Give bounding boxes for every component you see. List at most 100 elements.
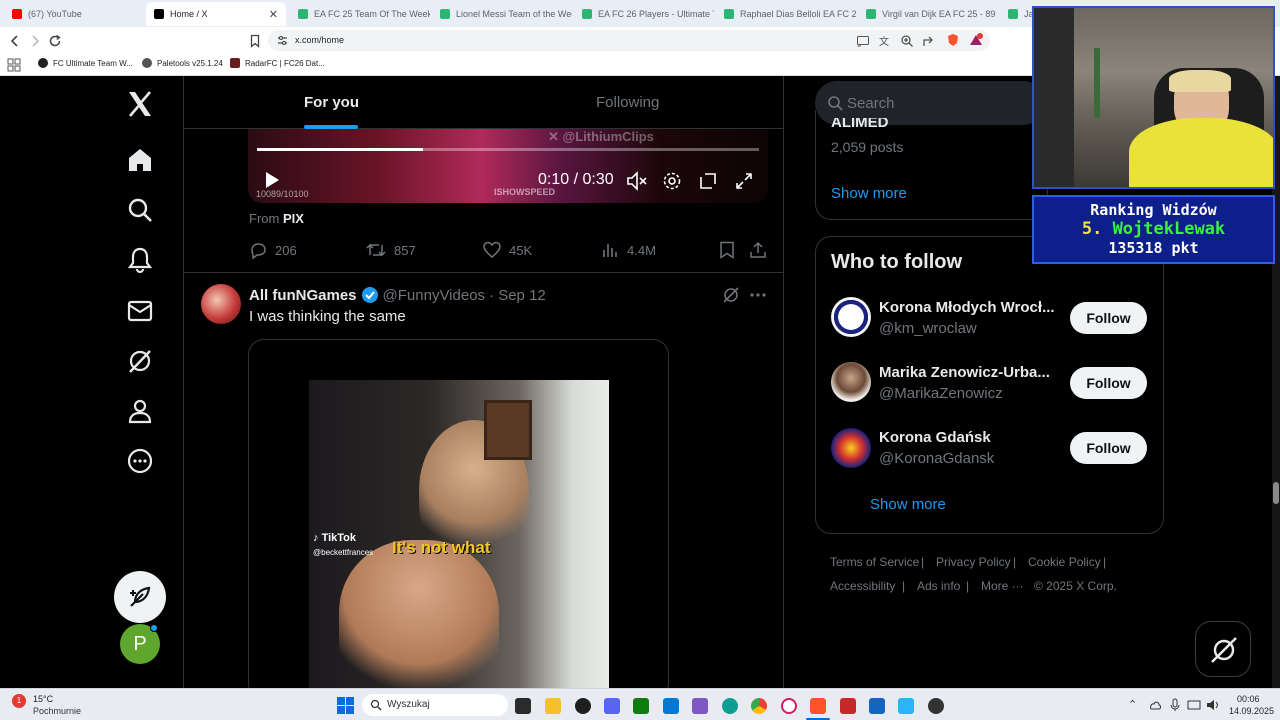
bookmark-icon[interactable]	[719, 241, 735, 259]
tab-for-you[interactable]: For you	[304, 94, 359, 111]
clock-time[interactable]: 00:06	[1237, 694, 1260, 704]
footer-ads[interactable]: Ads info	[917, 579, 960, 593]
microphone-icon[interactable]	[1170, 698, 1180, 712]
zoom-icon[interactable]	[900, 34, 914, 48]
app-icon[interactable]	[898, 698, 914, 714]
more-options-icon[interactable]	[126, 447, 154, 475]
cast-icon[interactable]	[856, 34, 870, 48]
opera-icon[interactable]	[781, 698, 797, 714]
tab-raphinha[interactable]: Raphael Dias Belloli EA FC 26	[716, 2, 856, 26]
author-name[interactable]: All funNGames	[249, 287, 357, 304]
trends-show-more[interactable]: Show more	[831, 185, 907, 202]
author-avatar[interactable]	[201, 284, 241, 324]
post-video[interactable]: ♪ TikTok @beckettfrances It's not what	[248, 339, 669, 688]
widgets-badge[interactable]: 1	[12, 694, 26, 708]
reply-button[interactable]: 206	[249, 241, 297, 259]
close-tab-icon[interactable]: ✕	[269, 8, 278, 21]
tab-following[interactable]: Following	[596, 94, 659, 111]
video-player[interactable]: ✕ @LithiumClips 10089/10100 ISHOWSPEED 0…	[248, 129, 768, 203]
account-handle[interactable]: @km_wroclaw	[879, 320, 977, 337]
site-info-icon[interactable]	[277, 35, 288, 46]
forward-icon[interactable]	[28, 34, 42, 48]
mute-icon[interactable]	[626, 171, 648, 191]
share-icon[interactable]	[922, 34, 936, 48]
follow-button[interactable]: Follow	[1070, 302, 1147, 334]
footer-privacy[interactable]: Privacy Policy	[936, 555, 1011, 569]
obs-icon[interactable]	[928, 698, 944, 714]
vscode-icon[interactable]	[663, 698, 679, 714]
task-view-icon[interactable]	[515, 698, 531, 714]
xbox-icon[interactable]	[633, 698, 649, 714]
settings-gear-icon[interactable]	[662, 171, 682, 191]
account-name[interactable]: Korona Młodych Wrocł...	[879, 299, 1059, 316]
account-name[interactable]: Marika Zenowicz-Urba...	[879, 364, 1059, 381]
file-explorer-icon[interactable]	[545, 698, 561, 714]
views-button[interactable]: 4.4M	[601, 241, 656, 259]
tray-chevron-icon[interactable]: ⌃	[1128, 698, 1137, 711]
account-handle[interactable]: @MarikaZenowicz	[879, 385, 1003, 402]
x-logo-icon[interactable]	[126, 90, 154, 118]
tab-fc-totw[interactable]: EA FC 25 Team Of The Week 1	[290, 2, 430, 26]
windows-start-icon[interactable]	[337, 697, 354, 714]
profile-icon[interactable]	[126, 397, 154, 425]
compose-post-button[interactable]	[114, 571, 166, 623]
taskbar-search[interactable]: Wyszukaj	[362, 694, 508, 716]
tab-van-dijk[interactable]: Virgil van Dijk EA FC 25 - 89	[858, 2, 998, 26]
brave-icon[interactable]	[810, 698, 826, 714]
tab-ja[interactable]: Ja	[1000, 2, 1032, 26]
account-name[interactable]: Korona Gdańsk	[879, 429, 1059, 446]
tab-messi[interactable]: Lionel Messi Team of the Wee	[432, 2, 572, 26]
scrollbar-thumb[interactable]	[1273, 482, 1279, 504]
account-avatar[interactable]	[831, 428, 871, 468]
back-icon[interactable]	[8, 34, 22, 48]
tab-fc26-players[interactable]: EA FC 26 Players - Ultimate Tea	[574, 2, 714, 26]
network-icon[interactable]	[1187, 699, 1201, 711]
footer-more[interactable]: More ···	[981, 579, 1024, 593]
play-icon[interactable]	[264, 171, 280, 189]
edge-icon[interactable]	[722, 698, 738, 714]
follow-button[interactable]: Follow	[1070, 367, 1147, 399]
brave-shield-icon[interactable]	[946, 33, 960, 47]
weather-temp[interactable]: 15°C	[33, 694, 53, 704]
grok-icon[interactable]	[126, 347, 154, 375]
follow-button[interactable]: Follow	[1070, 432, 1147, 464]
more-menu-icon[interactable]	[749, 286, 767, 304]
tab-youtube[interactable]: (67) YouTube	[4, 2, 142, 26]
trend-title[interactable]: ALIMED	[831, 118, 889, 128]
bookmark-paletools[interactable]: Paletools v25.1.24	[142, 58, 223, 68]
github-icon[interactable]	[575, 698, 591, 714]
grok-button[interactable]	[1195, 621, 1251, 677]
repost-button[interactable]: 857	[366, 241, 416, 259]
vivaldi-icon[interactable]	[840, 698, 856, 714]
post-date[interactable]: · Sep 12	[489, 287, 546, 304]
fullscreen-icon[interactable]	[734, 171, 754, 191]
bookmark-page-icon[interactable]	[248, 34, 262, 48]
chrome-icon[interactable]	[751, 698, 767, 714]
brave-rewards-icon[interactable]	[969, 33, 983, 47]
footer-accessibility[interactable]: Accessibility	[830, 579, 895, 593]
bookmark-fc-ultimate[interactable]: FC Ultimate Team W...	[38, 58, 133, 68]
grok-explain-icon[interactable]	[722, 286, 740, 304]
pip-icon[interactable]	[698, 171, 718, 191]
reload-icon[interactable]	[48, 34, 62, 48]
discord-icon[interactable]	[604, 698, 620, 714]
footer-cookie[interactable]: Cookie Policy	[1028, 555, 1101, 569]
search-icon[interactable]	[126, 196, 154, 224]
onedrive-icon[interactable]	[1148, 699, 1162, 711]
video-progress-bar[interactable]	[257, 148, 759, 151]
volume-icon[interactable]	[1206, 699, 1220, 711]
notifications-bell-icon[interactable]	[126, 246, 154, 274]
messages-icon[interactable]	[126, 297, 154, 325]
author-handle[interactable]: @FunnyVideos	[383, 287, 486, 304]
account-avatar[interactable]	[831, 297, 871, 337]
home-icon[interactable]	[126, 146, 154, 174]
photos-app-icon[interactable]	[869, 698, 885, 714]
clapper-app-icon[interactable]	[692, 698, 708, 714]
who-to-follow-show-more[interactable]: Show more	[870, 496, 946, 513]
source-name[interactable]: PIX	[283, 211, 304, 226]
apps-grid-icon[interactable]	[7, 58, 21, 72]
weather-desc[interactable]: Pochmurnie	[33, 706, 81, 716]
tab-x-home[interactable]: Home / X ✕	[146, 2, 286, 26]
share-icon[interactable]	[749, 241, 767, 259]
bookmark-radarfc[interactable]: RadarFC | FC26 Dat...	[230, 58, 325, 68]
